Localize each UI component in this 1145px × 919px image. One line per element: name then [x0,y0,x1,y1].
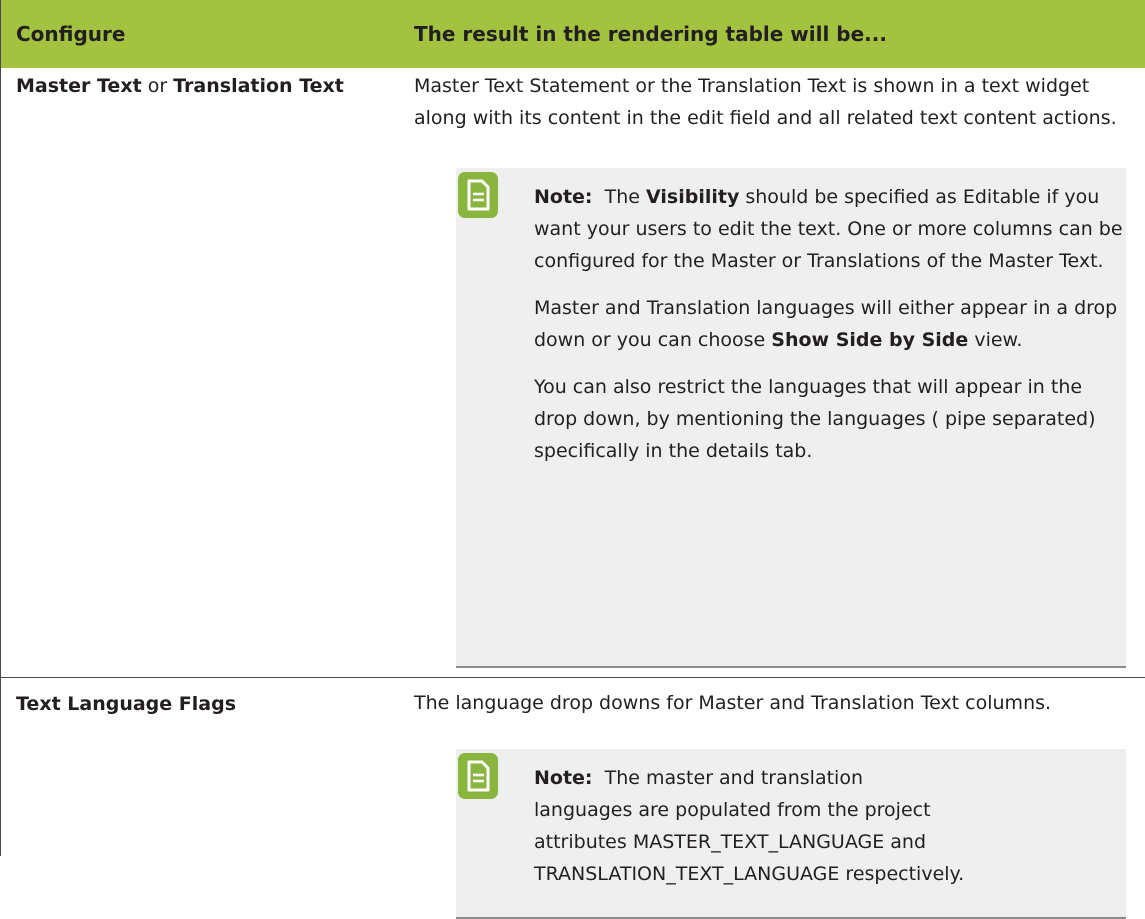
note-body-visibility: Note: The Visibility should be specified… [534,181,1124,482]
label-translation-text: Translation Text [173,75,344,97]
row-divider [1,677,1145,678]
note-label: Note: [534,186,593,208]
note-body-language-attributes: Note: The master and translation languag… [534,762,1124,890]
note-paragraph-visibility: Note: The Visibility should be specified… [534,181,1124,277]
configuration-table: Configure The result in the rendering ta… [0,0,1145,919]
note-box-visibility: Note: The Visibility should be specified… [456,168,1126,668]
note-line: TRANSLATION_TEXT_LANGUAGE respectively. [534,863,965,885]
note-line: Note: The master and translation [534,762,1124,794]
note-document-icon [458,753,498,799]
header-result: The result in the rendering table will b… [414,22,887,46]
note-label: Note: [534,767,593,789]
table-header: Configure The result in the rendering ta… [1,0,1145,68]
row-description-master-text: Master Text Statement or the Translation… [414,75,1117,129]
label-separator: or [141,75,174,97]
label-master-text: Master Text [16,75,142,97]
note-bold-visibility: Visibility [646,186,740,208]
note-text: The master and translation [604,767,863,789]
row-description-text-language-flags: The language drop downs for Master and T… [414,692,1052,714]
note-line: languages are populated from the project [534,799,931,821]
row-label-master-text: Master Text or Translation Text [16,71,344,101]
note-bold-show-side-by-side: Show Side by Side [771,329,969,351]
label-text-language-flags: Text Language Flags [16,693,237,715]
note-document-icon [458,172,498,218]
note-line: attributes MASTER_TEXT_LANGUAGE and [534,831,927,853]
row-label-text-language-flags: Text Language Flags [16,689,236,719]
note-text: The [604,186,647,208]
header-configure: Configure [16,22,126,46]
note-box-language-attributes: Note: The master and translation languag… [456,749,1126,919]
note-paragraph-side-by-side: Master and Translation languages will ei… [534,292,1124,356]
note-paragraph-restrict-languages: You can also restrict the languages that… [534,376,1096,462]
note-text: view. [968,329,1023,351]
